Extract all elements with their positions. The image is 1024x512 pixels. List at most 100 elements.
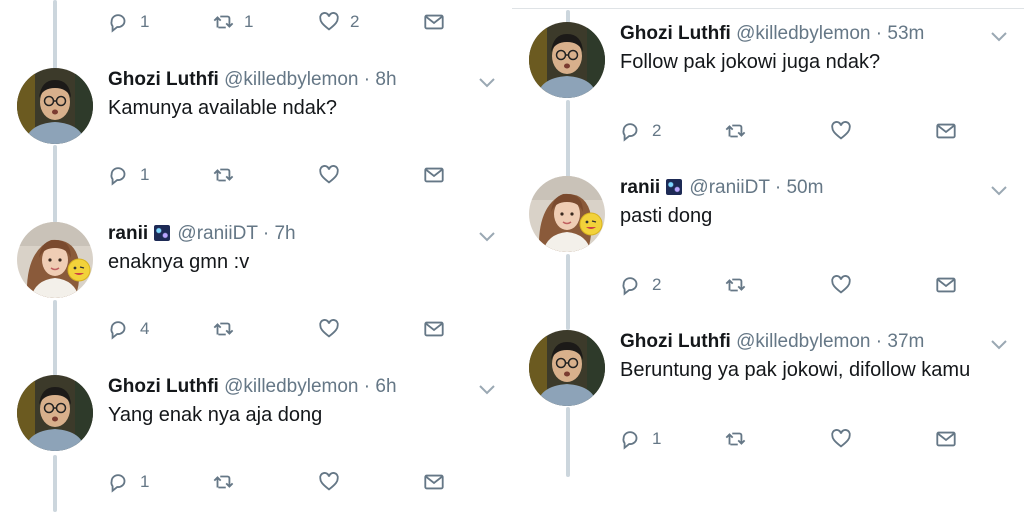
like-button[interactable]	[830, 427, 862, 451]
reply-button[interactable]: 2	[620, 273, 661, 297]
display-name[interactable]: Ghozi Luthfi	[108, 69, 219, 90]
reply-button[interactable]: 1	[108, 470, 149, 494]
retweet-button[interactable]	[212, 317, 244, 341]
chevron-down-icon[interactable]	[990, 184, 1008, 196]
display-name[interactable]: ranii	[108, 223, 148, 244]
reply-button[interactable]: 1	[620, 427, 661, 451]
tweet-actions: 2	[620, 119, 960, 143]
tweet: Ghozi Luthfi @killedbylemon · 6h Yang ena…	[0, 375, 512, 512]
like-button[interactable]	[830, 119, 862, 143]
timestamp[interactable]: 6h	[375, 376, 396, 397]
galaxy-emoji-icon	[666, 179, 683, 195]
like-button[interactable]: 2	[318, 10, 359, 34]
reply-count: 1	[140, 165, 150, 184]
tweet-header: ranii @raniiDT · 50m	[620, 177, 823, 199]
avatar[interactable]	[529, 176, 605, 252]
reply-count: 2	[652, 275, 662, 294]
like-button[interactable]	[318, 470, 350, 494]
reply-count: 1	[652, 429, 662, 448]
heart-icon	[830, 274, 852, 296]
thread-line	[53, 0, 57, 70]
user-handle[interactable]: @killedbylemon	[224, 376, 358, 397]
retweet-button[interactable]	[724, 273, 756, 297]
timestamp[interactable]: 7h	[274, 223, 295, 244]
retweet-icon	[724, 274, 746, 296]
envelope-icon	[935, 120, 957, 142]
reply-button[interactable]: 1	[108, 10, 149, 34]
retweet-icon	[212, 318, 234, 340]
reply-icon	[620, 120, 642, 142]
display-name[interactable]: Ghozi Luthfi	[620, 331, 731, 352]
envelope-icon	[423, 318, 445, 340]
retweet-icon	[212, 11, 234, 33]
tweet-text: Beruntung ya pak jokowi, difollow kamu	[620, 359, 971, 381]
reply-icon	[108, 11, 130, 33]
direct-message-button[interactable]	[423, 470, 445, 494]
user-handle[interactable]: @raniiDT	[689, 177, 769, 198]
reply-icon	[620, 428, 642, 450]
divider	[512, 8, 1024, 9]
chevron-down-icon[interactable]	[478, 383, 496, 395]
reply-icon	[108, 471, 130, 493]
timestamp[interactable]: 37m	[887, 331, 924, 352]
tweet-text: enaknya gmn :v	[108, 251, 250, 273]
reply-button[interactable]: 4	[108, 317, 149, 341]
reply-button[interactable]: 1	[108, 163, 149, 187]
timestamp[interactable]: 50m	[786, 177, 823, 198]
like-button[interactable]	[318, 163, 350, 187]
retweet-button[interactable]	[212, 163, 244, 187]
tweet: Ghozi Luthfi @killedbylemon · 8h Kamunya …	[0, 68, 512, 208]
avatar[interactable]	[17, 68, 93, 144]
timestamp[interactable]: 53m	[887, 23, 924, 44]
user-handle[interactable]: @killedbylemon	[736, 23, 870, 44]
reply-button[interactable]: 2	[620, 119, 661, 143]
user-handle[interactable]: @killedbylemon	[736, 331, 870, 352]
retweet-button[interactable]	[724, 427, 756, 451]
user-handle[interactable]: @killedbylemon	[224, 69, 358, 90]
reply-count: 4	[140, 319, 150, 338]
panel-separator	[509, 0, 512, 512]
avatar[interactable]	[529, 22, 605, 98]
direct-message-button[interactable]	[423, 163, 445, 187]
heart-icon	[830, 120, 852, 142]
tweet: Ghozi Luthfi @killedbylemon · 53m Follow …	[512, 22, 1024, 162]
tweet-text: Yang enak nya aja dong	[108, 404, 323, 426]
retweet-icon	[724, 120, 746, 142]
chevron-down-icon[interactable]	[478, 76, 496, 88]
like-button[interactable]	[318, 317, 350, 341]
timestamp[interactable]: 8h	[375, 69, 396, 90]
retweet-button[interactable]	[724, 119, 756, 143]
retweet-button[interactable]: 1	[212, 10, 253, 34]
display-name[interactable]: Ghozi Luthfi	[108, 376, 219, 397]
display-name[interactable]: ranii	[620, 177, 660, 198]
heart-icon	[318, 164, 340, 186]
separator-dot: ·	[875, 331, 883, 352]
retweet-count: 1	[244, 12, 254, 31]
chevron-down-icon[interactable]	[478, 230, 496, 242]
direct-message-button[interactable]	[935, 427, 957, 451]
avatar[interactable]	[17, 222, 93, 298]
direct-message-button[interactable]	[423, 317, 445, 341]
galaxy-emoji-icon	[154, 225, 171, 241]
display-name[interactable]: Ghozi Luthfi	[620, 23, 731, 44]
tweet-actions: 4	[108, 317, 448, 341]
tweet-text: pasti dong	[620, 205, 713, 227]
heart-icon	[830, 428, 852, 450]
direct-message-button[interactable]	[423, 10, 445, 34]
direct-message-button[interactable]	[935, 273, 957, 297]
tweet: ranii @raniiDT · 50m pasti dong 2	[512, 176, 1024, 316]
reply-count: 2	[652, 121, 662, 140]
tweet-header: Ghozi Luthfi @killedbylemon · 37m	[620, 331, 924, 353]
avatar[interactable]	[17, 375, 93, 451]
separator-dot: ·	[774, 177, 782, 198]
envelope-icon	[423, 11, 445, 33]
like-button[interactable]	[830, 273, 862, 297]
reply-count: 1	[140, 12, 150, 31]
chevron-down-icon[interactable]	[990, 30, 1008, 42]
chevron-down-icon[interactable]	[990, 338, 1008, 350]
separator-dot: ·	[262, 223, 270, 244]
user-handle[interactable]: @raniiDT	[177, 223, 257, 244]
direct-message-button[interactable]	[935, 119, 957, 143]
avatar[interactable]	[529, 330, 605, 406]
retweet-button[interactable]	[212, 470, 244, 494]
